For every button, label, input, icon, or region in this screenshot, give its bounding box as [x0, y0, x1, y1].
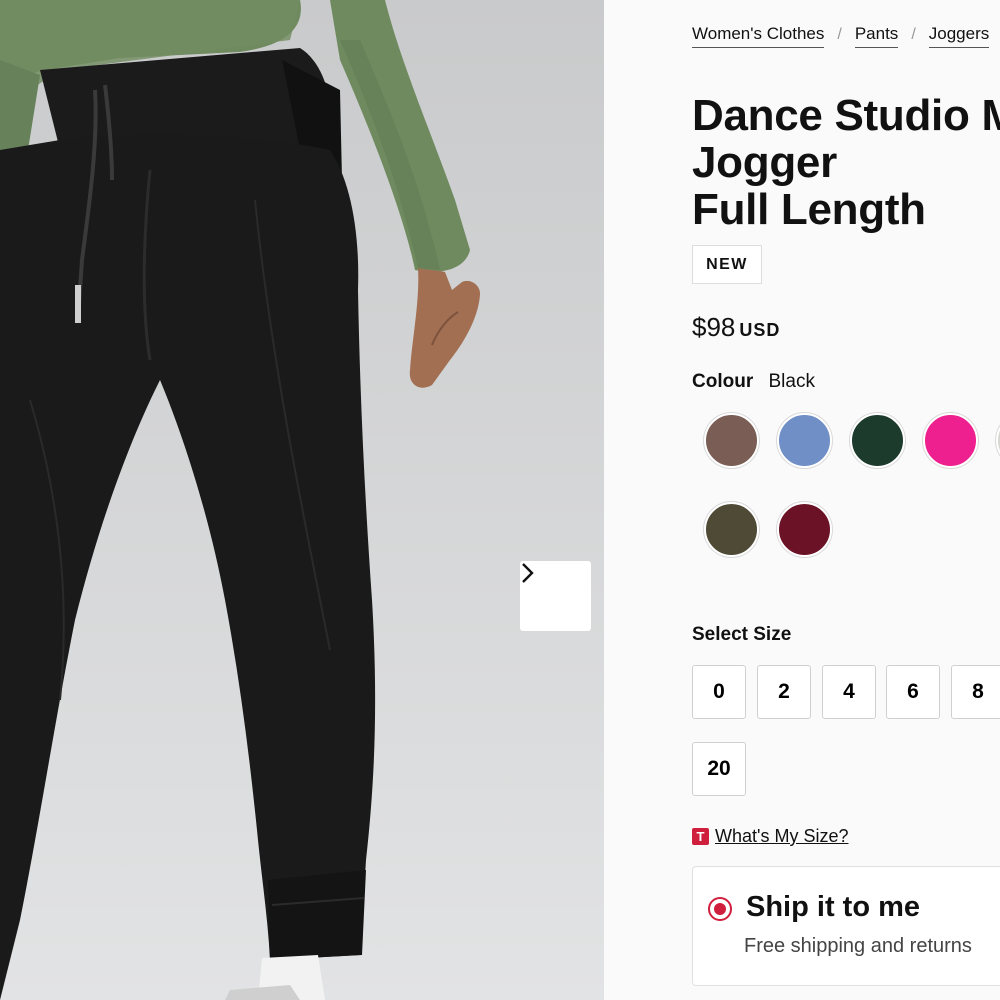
new-badge: NEW	[692, 245, 762, 284]
radio-selected-dot	[714, 903, 726, 915]
size-option[interactable]: 4	[822, 665, 876, 719]
size-option[interactable]: 20	[692, 742, 746, 796]
ship-option-title: Ship it to me	[746, 891, 920, 923]
price-amount: $98	[692, 312, 736, 342]
breadcrumb-pants[interactable]: Pants	[854, 24, 899, 48]
price-currency: USD	[739, 320, 781, 340]
product-image-gallery	[0, 0, 604, 1000]
colour-selection-label: Colour Black	[692, 371, 815, 393]
colour-swatch[interactable]	[996, 413, 1000, 468]
selected-colour: Black	[768, 371, 815, 392]
ship-radio-button[interactable]	[708, 897, 732, 921]
product-price: $98 USD	[692, 312, 780, 343]
colour-label: Colour	[692, 371, 754, 392]
colour-swatch[interactable]	[704, 413, 759, 468]
breadcrumb-womens-clothes[interactable]: Women's Clothes	[692, 24, 825, 48]
colour-swatch[interactable]	[704, 502, 759, 557]
colour-swatch[interactable]	[777, 413, 832, 468]
product-title: Dance Studio Mid-Rise Jogger Full Length	[692, 92, 1000, 233]
size-option[interactable]: 8	[951, 665, 1000, 719]
product-photo	[0, 0, 481, 1000]
whats-my-size-link[interactable]: What's My Size?	[715, 826, 848, 847]
breadcrumb-joggers[interactable]: Joggers	[928, 24, 990, 48]
breadcrumb-separator: /	[837, 25, 842, 43]
chevron-right-icon	[522, 563, 534, 583]
size-help: T What's My Size?	[692, 826, 848, 847]
size-option[interactable]: 6	[886, 665, 940, 719]
product-title-line: Full Length	[692, 185, 926, 234]
breadcrumb-separator: /	[911, 25, 916, 43]
product-title-line: Jogger	[692, 138, 837, 187]
size-option[interactable]: 2	[757, 665, 811, 719]
next-image-button[interactable]	[520, 561, 591, 631]
size-guide-icon: T	[692, 828, 709, 845]
size-option[interactable]: 0	[692, 665, 746, 719]
colour-swatch[interactable]	[850, 413, 905, 468]
colour-swatch[interactable]	[777, 502, 832, 557]
select-size-label: Select Size	[692, 624, 792, 645]
product-title-line: Dance Studio Mid-Rise	[692, 91, 1000, 140]
colour-swatch[interactable]	[923, 413, 978, 468]
breadcrumb: Women's Clothes / Pants / Joggers	[692, 24, 990, 48]
product-details: Women's Clothes / Pants / Joggers Dance …	[604, 0, 1000, 1000]
ship-it-to-me-option[interactable]: Ship it to me Free shipping and returns	[692, 866, 1000, 986]
ship-option-subtitle: Free shipping and returns	[744, 935, 972, 957]
